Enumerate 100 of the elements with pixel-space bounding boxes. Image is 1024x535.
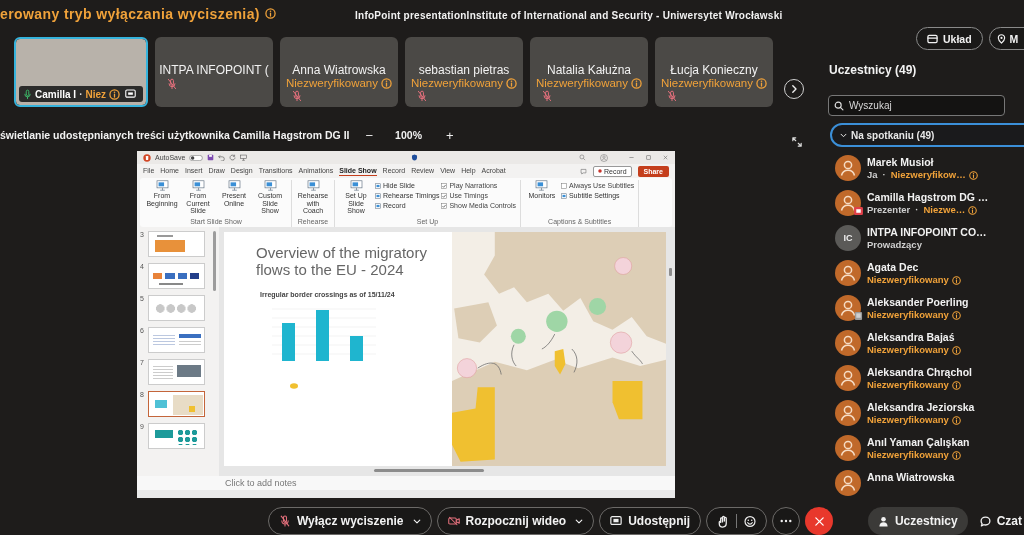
save-icon[interactable] bbox=[207, 154, 215, 161]
screen-share-icon bbox=[610, 515, 623, 527]
info-icon[interactable] bbox=[506, 77, 517, 89]
status-text: Niezweryfikowany bbox=[411, 77, 503, 89]
chart-bar bbox=[350, 335, 363, 361]
status-text: Niezweryfikowany bbox=[867, 274, 949, 286]
tile-name: Natalia Kałużna bbox=[546, 63, 632, 77]
chat-button[interactable]: Czat bbox=[977, 507, 1024, 535]
info-icon[interactable] bbox=[951, 415, 961, 425]
expand-icon[interactable] bbox=[792, 137, 802, 147]
screen-icon[interactable] bbox=[125, 89, 137, 99]
participant-name[interactable]: Camilla Hagstrom DG … bbox=[867, 191, 989, 204]
participant-name[interactable]: Aleksandra Jeziorska bbox=[867, 401, 975, 414]
status-text: Niezweryfikowany bbox=[536, 77, 628, 89]
status-text: Niezweryfikowany bbox=[867, 379, 949, 391]
emoji-icon[interactable] bbox=[744, 514, 757, 528]
slide-thumbnail[interactable] bbox=[148, 327, 205, 353]
layout-icon bbox=[927, 33, 938, 44]
slide-thumbnail[interactable] bbox=[148, 391, 205, 417]
info-icon[interactable] bbox=[109, 88, 121, 100]
undo-icon[interactable] bbox=[218, 154, 226, 161]
share-screen-button[interactable]: Udostępnij bbox=[599, 507, 702, 535]
muted-mic-icon bbox=[279, 515, 291, 527]
info-icon[interactable] bbox=[968, 205, 978, 215]
comment-icon[interactable] bbox=[579, 167, 587, 175]
participant-name[interactable]: Anna Wiatrowska bbox=[867, 471, 955, 484]
unmute-button[interactable]: Wyłącz wyciszenie bbox=[268, 507, 432, 535]
app-logo-icon[interactable] bbox=[143, 153, 151, 162]
redo-icon[interactable] bbox=[229, 154, 237, 161]
notice-text: erowany tryb wyłączania wyciszenia) bbox=[0, 5, 260, 22]
toggle-switch[interactable] bbox=[189, 154, 204, 161]
zoom-out-button[interactable]: − bbox=[359, 127, 380, 143]
hand-icon[interactable] bbox=[717, 514, 730, 528]
status-text: Niez bbox=[85, 88, 107, 100]
more-icon bbox=[780, 519, 793, 523]
person-icon bbox=[877, 515, 889, 527]
info-icon[interactable] bbox=[756, 77, 767, 89]
status-text: Niezweryfikowany bbox=[867, 449, 949, 461]
participant-name[interactable]: Aleksandra Bajaś bbox=[867, 331, 961, 344]
slide-thumbnail[interactable] bbox=[148, 359, 205, 385]
slide-thumbnail[interactable] bbox=[148, 295, 205, 321]
info-icon[interactable] bbox=[631, 77, 642, 89]
separator-text: · bbox=[79, 88, 83, 100]
next-page-button[interactable] bbox=[784, 79, 804, 99]
slide-icon bbox=[375, 182, 381, 189]
participant-name[interactable]: Marek Musioł bbox=[867, 156, 978, 169]
scrollbar[interactable] bbox=[213, 231, 216, 291]
zoom-in-button[interactable]: + bbox=[439, 127, 460, 143]
presentation-icon[interactable] bbox=[240, 154, 248, 161]
participant-name[interactable]: Agata Dec bbox=[867, 261, 961, 274]
role-text: Prowadzący bbox=[867, 239, 922, 251]
start-video-button[interactable]: Rozpocznij wideo bbox=[436, 507, 595, 535]
tile-name: Łucja Konieczny bbox=[670, 63, 758, 77]
info-icon[interactable] bbox=[951, 380, 961, 390]
tile-name: INTPA INFOPOINT ( bbox=[159, 63, 269, 77]
participant-name[interactable]: INTPA INFOPOINT CO… bbox=[867, 226, 987, 239]
scrollbar[interactable] bbox=[374, 469, 484, 472]
chevron-right-icon bbox=[789, 84, 799, 94]
caret-down-icon[interactable] bbox=[575, 518, 584, 524]
status-text: Niezweryfikowany bbox=[867, 344, 949, 356]
participant-name[interactable]: Aleksandra Chrąchol bbox=[867, 366, 973, 379]
checkbox[interactable] bbox=[441, 182, 448, 189]
slide-thumbnail[interactable] bbox=[148, 423, 205, 449]
slide-thumbnail[interactable] bbox=[148, 231, 205, 257]
tile-name: sebastian pietras bbox=[418, 63, 510, 77]
pin-button[interactable]: M bbox=[988, 27, 1024, 50]
checkbox[interactable] bbox=[441, 202, 448, 209]
info-icon[interactable] bbox=[381, 77, 392, 89]
info-icon[interactable] bbox=[951, 345, 961, 355]
leave-button[interactable] bbox=[805, 507, 834, 535]
tile-name: Anna Wiatrowska bbox=[292, 63, 386, 77]
participant-name[interactable]: Aleksander Poerling bbox=[867, 296, 969, 309]
close-icon bbox=[813, 515, 825, 527]
panel-title: Uczestnicy (49) bbox=[829, 63, 918, 77]
camera-off-icon bbox=[447, 515, 460, 527]
info-icon[interactable] bbox=[968, 170, 978, 180]
microphone-icon[interactable] bbox=[23, 88, 32, 100]
info-icon[interactable] bbox=[951, 450, 961, 460]
share-title: świetlanie udostępnianych treści użytkownika Camilla Hagstrom DG II bbox=[0, 129, 350, 141]
info-icon[interactable] bbox=[951, 310, 961, 320]
layout-button[interactable]: Układ bbox=[916, 27, 983, 50]
shield-icon bbox=[411, 154, 419, 161]
participant-name[interactable]: Anıl Yaman Çalışkan bbox=[867, 436, 970, 449]
status-text: Niezweryfikowany bbox=[286, 77, 378, 89]
checkbox[interactable] bbox=[560, 182, 567, 189]
search-field[interactable]: Wyszukaj bbox=[828, 95, 1005, 116]
checkbox[interactable] bbox=[441, 192, 448, 199]
info-icon[interactable] bbox=[951, 275, 961, 285]
scrollbar[interactable] bbox=[669, 268, 672, 276]
meeting-title: InfoPoint presentationInstitute of International and Security - Uniwersytet Wrocławski bbox=[355, 10, 783, 21]
info-icon[interactable] bbox=[264, 8, 276, 19]
participants-button[interactable]: Uczestnicy bbox=[867, 507, 968, 535]
record-dot-icon bbox=[597, 169, 602, 173]
slide-thumbnail[interactable] bbox=[148, 263, 205, 289]
caret-down-icon[interactable] bbox=[412, 518, 421, 524]
status-text: Niezwe… bbox=[923, 204, 966, 216]
group-header[interactable]: Na spotkaniu (49) bbox=[830, 123, 1024, 147]
slide-icon bbox=[560, 192, 567, 199]
avatar-initials: IC bbox=[835, 225, 861, 251]
search-icon bbox=[834, 100, 844, 111]
